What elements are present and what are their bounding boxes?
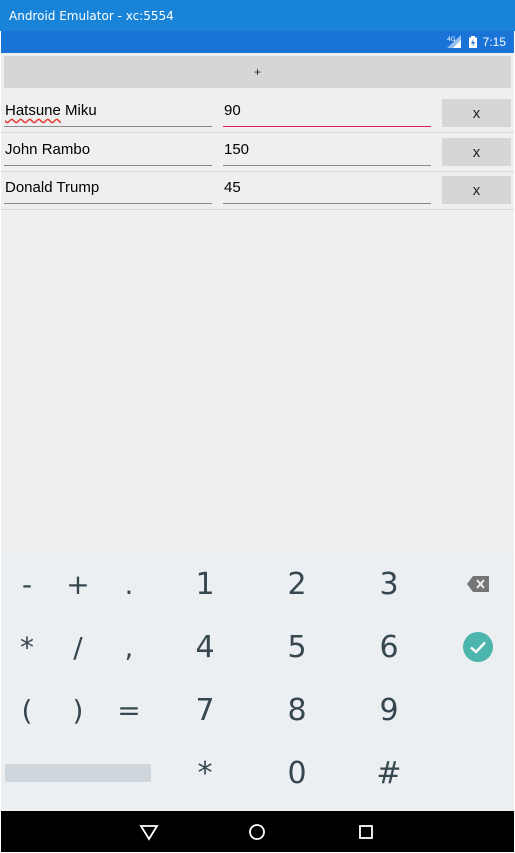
back-icon[interactable] [139, 822, 159, 842]
key-plus[interactable]: + [52, 553, 104, 615]
row-divider [1, 132, 514, 133]
backspace-icon [467, 576, 489, 592]
key-hash[interactable]: # [344, 742, 434, 804]
name-field[interactable]: John Rambo [4, 135, 212, 166]
key-9[interactable]: 9 [344, 679, 434, 741]
remove-row-button[interactable]: x [442, 138, 511, 166]
key-7[interactable]: 7 [160, 679, 250, 741]
done-key[interactable] [452, 616, 504, 678]
key-1[interactable]: 1 [160, 553, 250, 615]
android-status-bar: 4G 7:15 [1, 31, 514, 53]
entry-row: John Rambo 150 x [1, 135, 514, 173]
key-comma[interactable]: , [103, 616, 155, 678]
key-star[interactable]: * [160, 742, 250, 804]
home-icon[interactable] [247, 822, 267, 842]
key-open-paren[interactable]: ( [1, 679, 53, 741]
row-divider [1, 209, 514, 210]
key-close-paren[interactable]: ) [52, 679, 104, 741]
row-divider [1, 171, 514, 172]
window-titlebar: Android Emulator - xc:5554 [0, 0, 515, 31]
recents-icon[interactable] [356, 822, 376, 842]
key-slash[interactable]: / [52, 616, 104, 678]
value-field[interactable]: 45 [223, 173, 431, 204]
space-key[interactable] [5, 764, 151, 782]
key-equals[interactable]: = [103, 679, 155, 741]
key-3[interactable]: 3 [344, 553, 434, 615]
battery-icon [469, 36, 477, 48]
check-circle-icon [463, 632, 493, 662]
key-asterisk[interactable]: * [1, 616, 53, 678]
svg-text:4G: 4G [447, 36, 456, 43]
signal-icon: 4G [447, 35, 461, 48]
entry-row: Hatsune Miku 90 x [1, 96, 514, 134]
numeric-keyboard: - + . * / , ( ) = 1 2 3 4 5 6 7 8 9 * 0 … [1, 553, 514, 811]
add-row-button[interactable]: + [4, 56, 511, 88]
remove-row-button[interactable]: x [442, 176, 511, 204]
key-8[interactable]: 8 [252, 679, 342, 741]
name-field-text: Miku [60, 102, 97, 119]
value-field[interactable]: 90 [223, 96, 431, 127]
key-4[interactable]: 4 [160, 616, 250, 678]
status-time: 7:15 [482, 35, 506, 49]
window-title: Android Emulator - xc:5554 [9, 9, 174, 23]
emulator-screen: 4G 7:15 + Hatsune Miku 90 x John Rambo 1… [1, 31, 514, 852]
backspace-key[interactable] [452, 553, 504, 615]
key-6[interactable]: 6 [344, 616, 434, 678]
entry-row: Donald Trump 45 x [1, 173, 514, 211]
misspelled-word: Hatsune [5, 102, 61, 119]
remove-row-button[interactable]: x [442, 99, 511, 127]
key-2[interactable]: 2 [252, 553, 342, 615]
key-0[interactable]: 0 [252, 742, 342, 804]
name-field[interactable]: Hatsune Miku [4, 96, 212, 127]
name-field[interactable]: Donald Trump [4, 173, 212, 204]
value-field[interactable]: 150 [223, 135, 431, 166]
key-5[interactable]: 5 [252, 616, 342, 678]
key-minus[interactable]: - [1, 553, 53, 615]
key-period[interactable]: . [103, 553, 155, 615]
android-nav-bar [1, 811, 514, 852]
